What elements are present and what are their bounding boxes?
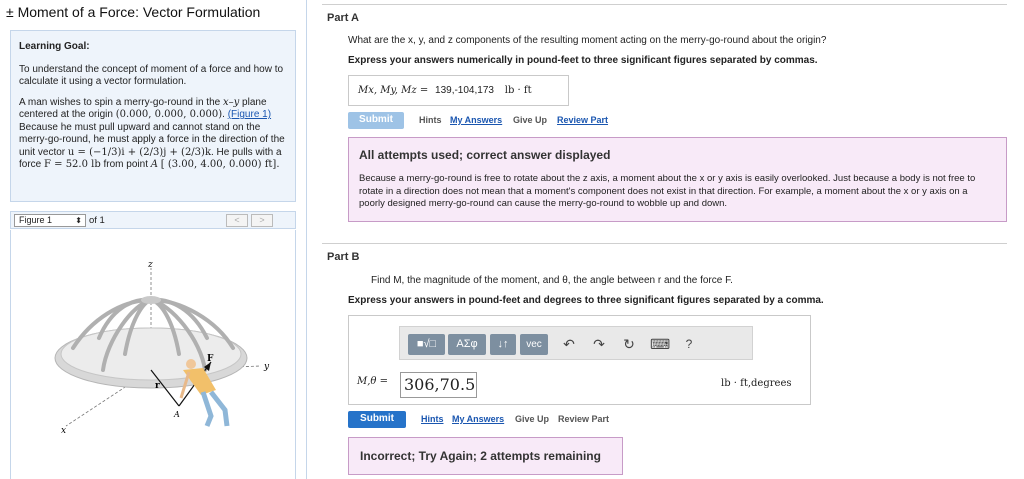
figure-select[interactable]: Figure 1 ⬍ bbox=[14, 214, 86, 227]
panel-divider bbox=[306, 0, 307, 479]
select-arrows-icon: ⬍ bbox=[75, 216, 82, 225]
z-axis-label: z bbox=[147, 260, 153, 270]
part-b-answer-label: M,θ = bbox=[357, 376, 388, 387]
part-b-submit-button[interactable]: Submit bbox=[348, 411, 406, 428]
point-name: A bbox=[150, 159, 158, 170]
origin-coords: (0.000, 0.000, 0.000) bbox=[115, 109, 223, 120]
part-a-my-answers-link[interactable]: My Answers bbox=[450, 115, 502, 125]
problem-text-6: from point bbox=[100, 159, 151, 170]
part-a-review-part-link[interactable]: Review Part bbox=[557, 115, 608, 125]
vector-button[interactable]: vec bbox=[520, 334, 548, 355]
figure-link[interactable]: (Figure 1) bbox=[228, 109, 271, 120]
point-coords: [ (3.00, 4.00, 0.000) ft]. bbox=[160, 159, 280, 170]
part-b-question: Find M, the magnitude of the moment, and… bbox=[371, 275, 733, 286]
r-label: r bbox=[155, 381, 160, 391]
part-a-question: What are the x, y, and z components of t… bbox=[348, 35, 827, 46]
templates-button[interactable]: ■√□ bbox=[408, 334, 445, 355]
math-toolbar: ■√□ ΑΣφ ↓↑ vec ↶ ↷ ↻ ⌨ ? bbox=[399, 326, 753, 360]
y-axis-label: y bbox=[263, 362, 270, 372]
page-title: ± Moment of a Force: Vector Formulation bbox=[6, 4, 261, 20]
part-a-feedback: All attempts used; correct answer displa… bbox=[348, 137, 1007, 222]
part-a-submit-button[interactable]: Submit bbox=[348, 112, 404, 129]
part-b-review-part-link[interactable]: Review Part bbox=[558, 414, 609, 424]
F-label: F bbox=[207, 354, 214, 364]
reset-icon[interactable]: ↻ bbox=[620, 335, 638, 353]
part-a-feedback-body: Because a merry-go-round is free to rota… bbox=[359, 173, 976, 209]
part-a-separator bbox=[322, 4, 1007, 5]
part-b-hints-link[interactable]: Hints bbox=[421, 414, 444, 424]
force-value: F = 52.0 lb bbox=[44, 159, 101, 170]
part-a-answer-label: Mx, My, Mz = bbox=[358, 85, 429, 96]
part-b-label: Part B bbox=[327, 251, 360, 263]
problem-statement: A man wishes to spin a merry-go-round in… bbox=[19, 97, 287, 172]
problem-text-1: A man wishes to spin a merry-go-round in… bbox=[19, 96, 223, 108]
part-b-answer-input[interactable]: 306,70.5 bbox=[400, 372, 477, 398]
unit-vector: u = (−1/3)i + (2/3)j + (2/3)k bbox=[67, 146, 211, 158]
part-a-answer-box: Mx, My, Mz = 139,-104,173 lb · ft bbox=[348, 75, 569, 106]
part-a-answer-value: 139,-104,173 bbox=[435, 85, 494, 96]
figure-count: of 1 bbox=[89, 215, 105, 226]
part-a-answer-unit: lb · ft bbox=[504, 85, 532, 96]
prev-figure-button[interactable]: < bbox=[226, 214, 248, 227]
part-a-label: Part A bbox=[327, 12, 359, 24]
part-b-my-answers-link[interactable]: My Answers bbox=[452, 414, 504, 424]
learning-goal-panel: Learning Goal: To understand the concept… bbox=[10, 30, 296, 202]
figure-select-value: Figure 1 bbox=[19, 215, 53, 225]
keyboard-icon[interactable]: ⌨ bbox=[650, 335, 670, 353]
part-a-give-up-link[interactable]: Give Up bbox=[513, 115, 547, 125]
plane-name: x–y bbox=[222, 96, 240, 108]
figure-panel: z y x r F A bbox=[10, 230, 296, 479]
greek-letters-button[interactable]: ΑΣφ bbox=[448, 334, 486, 355]
figure-toolbar: Figure 1 ⬍ of 1 < > bbox=[10, 211, 296, 229]
learning-goal-text: To understand the concept of moment of a… bbox=[19, 63, 284, 88]
part-a-instruction: Express your answers numerically in poun… bbox=[348, 55, 818, 66]
x-axis-label: x bbox=[61, 426, 66, 436]
part-b-answer-unit: lb · ft,degrees bbox=[721, 378, 792, 389]
redo-icon[interactable]: ↷ bbox=[590, 335, 608, 353]
next-figure-button[interactable]: > bbox=[251, 214, 273, 227]
part-b-give-up-link[interactable]: Give Up bbox=[515, 414, 549, 424]
learning-goal-heading: Learning Goal: bbox=[19, 41, 90, 52]
part-a-feedback-title: All attempts used; correct answer displa… bbox=[359, 148, 611, 162]
part-b-feedback: Incorrect; Try Again; 2 attempts remaini… bbox=[348, 437, 623, 475]
help-icon[interactable]: ? bbox=[680, 335, 698, 353]
A-label: A bbox=[173, 410, 180, 419]
part-a-hints-link[interactable]: Hints bbox=[419, 115, 442, 125]
subscript-superscript-button[interactable]: ↓↑ bbox=[490, 334, 516, 355]
part-b-instruction: Express your answers in pound-feet and d… bbox=[348, 295, 824, 306]
part-b-separator bbox=[322, 243, 1007, 244]
part-b-answer-box: ■√□ ΑΣφ ↓↑ vec ↶ ↷ ↻ ⌨ ? M,θ = 306,70.5 … bbox=[348, 315, 811, 405]
undo-icon[interactable]: ↶ bbox=[560, 335, 578, 353]
merry-go-round-figure: z y x r F A bbox=[54, 260, 270, 436]
